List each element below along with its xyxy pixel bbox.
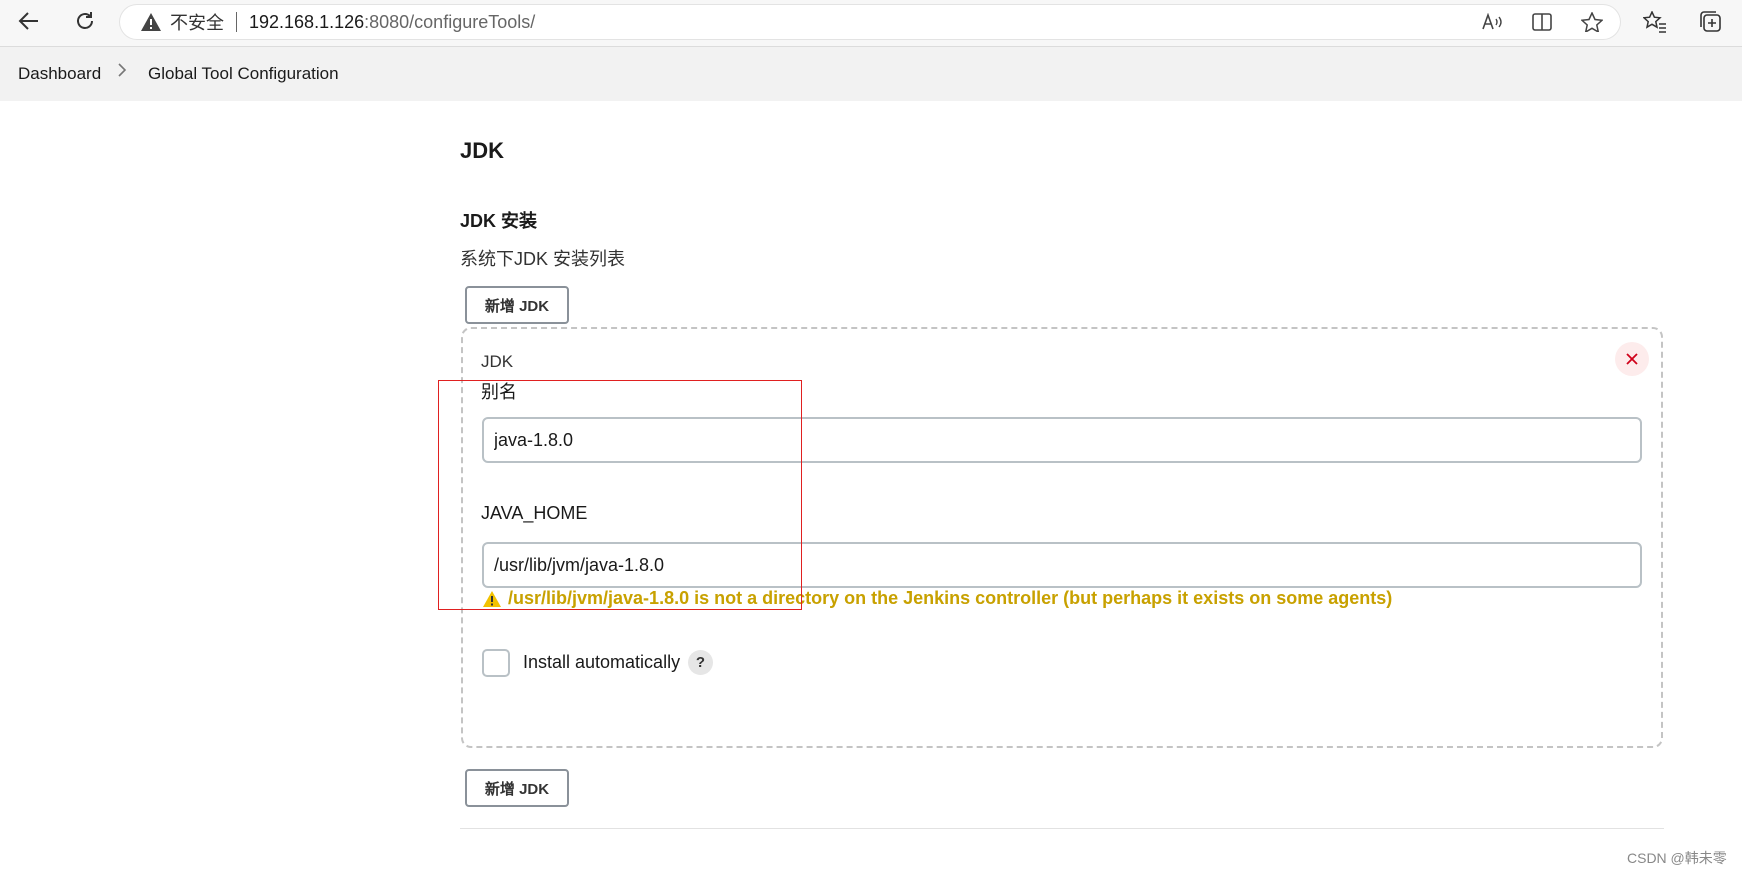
refresh-icon [74,10,96,37]
breadcrumb-item-global-tool-configuration[interactable]: Global Tool Configuration [148,64,339,84]
help-button[interactable]: ? [688,650,713,675]
alias-label: 别名 [481,382,517,402]
chevron-right-icon [117,62,127,83]
java-home-warning: /usr/lib/jvm/java-1.8.0 is not a directo… [482,588,1392,609]
jdk-installation-card [461,327,1663,748]
warning-icon [482,590,502,608]
browser-toolbar: 不安全 192.168.1.126:8080/configureTools/ [0,0,1742,47]
favorite-star-icon[interactable] [1580,12,1604,32]
collections-icon[interactable] [1697,9,1725,35]
split-screen-icon[interactable] [1530,12,1554,32]
alias-input[interactable] [482,417,1642,463]
section-title: JDK [460,138,505,163]
refresh-button[interactable] [68,7,102,39]
jdk-installations-label: JDK 安装 [460,211,538,231]
jdk-installations-description: 系统下JDK 安装列表 [460,249,626,269]
install-automatically-checkbox[interactable] [482,649,510,677]
delete-jdk-button[interactable] [1615,342,1649,376]
read-aloud-icon[interactable] [1480,12,1504,32]
add-jdk-button[interactable]: 新增 JDK [465,286,569,324]
back-button[interactable] [12,7,46,39]
close-icon [1626,349,1638,370]
java-home-label: JAVA_HOME [481,503,588,523]
add-jdk-button-bottom[interactable]: 新增 JDK [465,769,569,807]
url-path: :8080/configureTools/ [364,11,536,32]
watermark: CSDN @韩未零 [1627,850,1727,866]
url-host: 192.168.1.126 [249,11,365,32]
breadcrumb: Dashboard Global Tool Configuration [0,47,1742,101]
breadcrumb-item-dashboard[interactable]: Dashboard [18,64,101,84]
jdk-card-title: JDK [481,352,514,371]
back-arrow-icon [18,11,40,36]
warning-triangle-icon [140,12,162,32]
section-divider [460,828,1664,829]
address-bar[interactable]: 不安全 192.168.1.126:8080/configureTools/ [120,5,1620,39]
insecure-label: 不安全 [170,13,224,33]
warning-message: /usr/lib/jvm/java-1.8.0 is not a directo… [508,588,1393,608]
install-automatically-label[interactable]: Install automatically [523,652,680,673]
address-separator [236,12,237,32]
favorites-list-icon[interactable] [1641,9,1669,35]
java-home-input[interactable] [482,542,1642,588]
